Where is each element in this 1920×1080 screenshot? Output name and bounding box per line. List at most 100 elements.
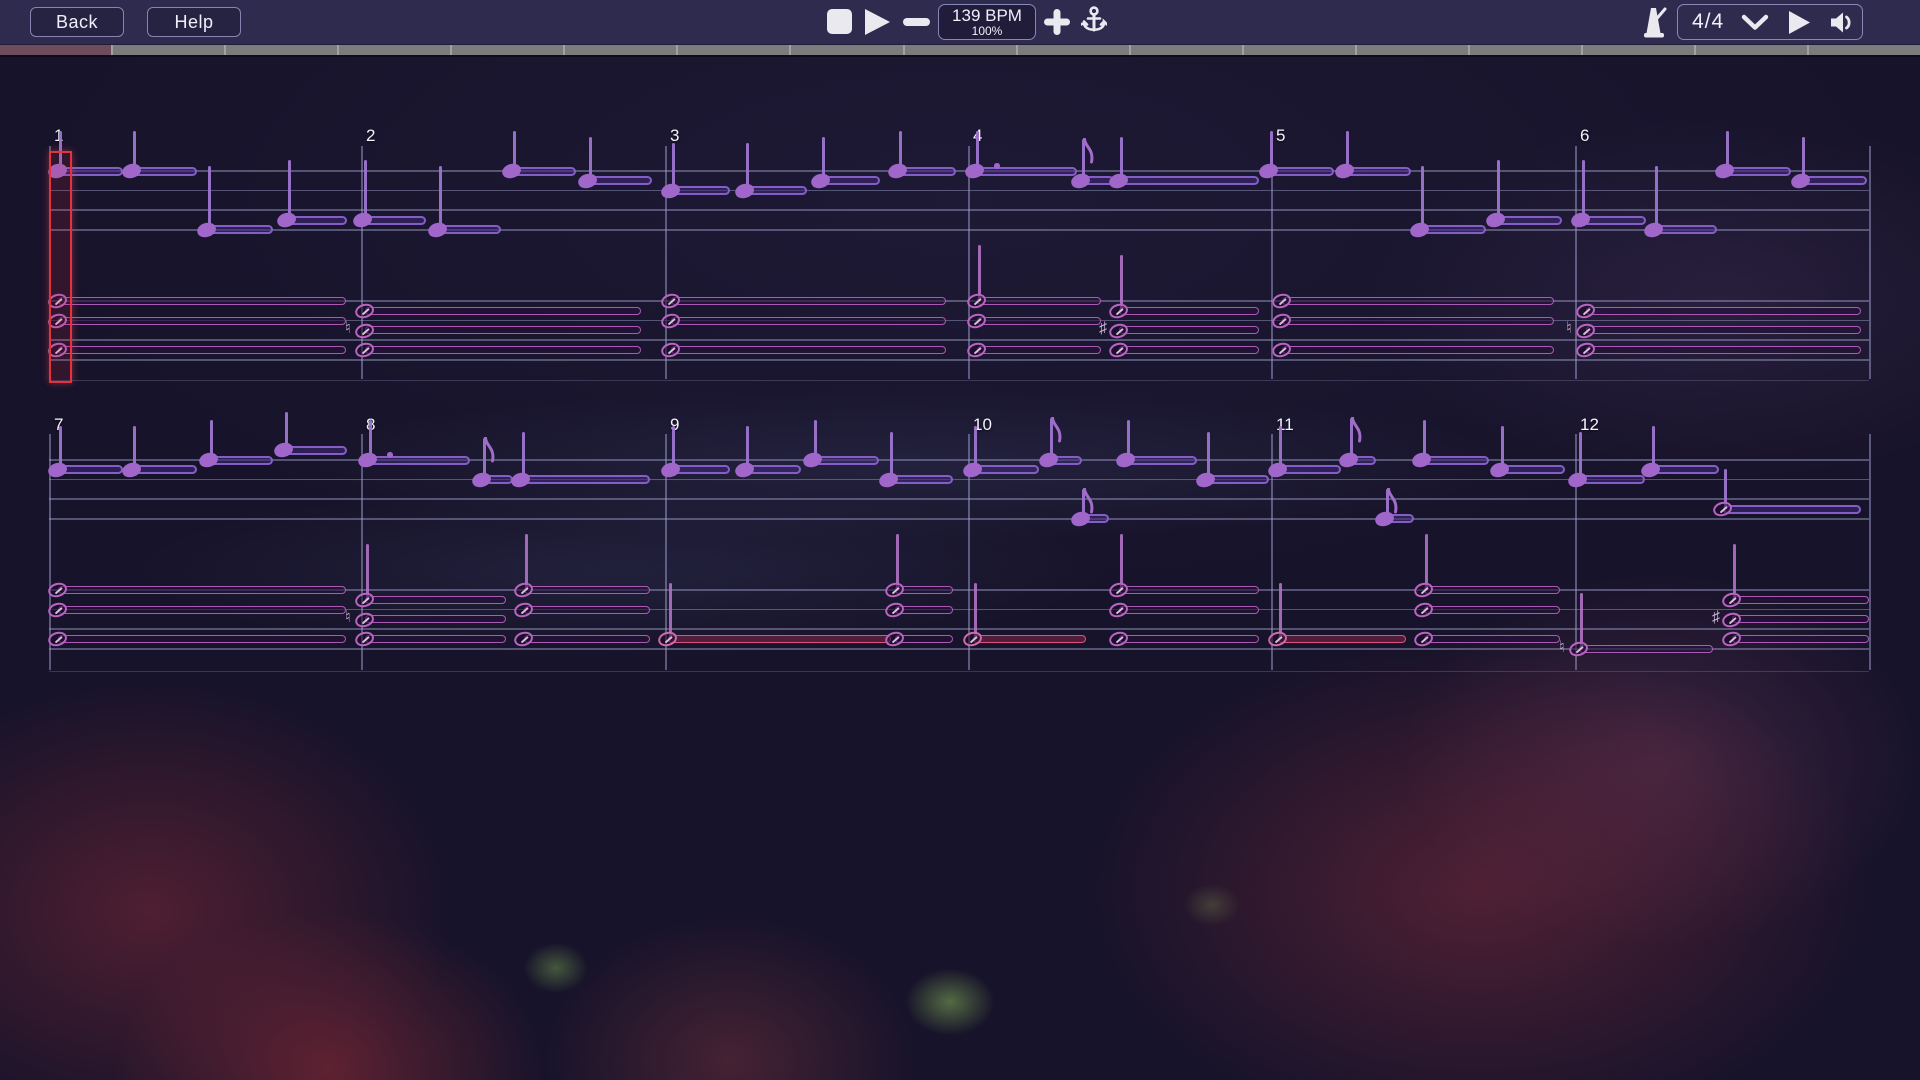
note-head[interactable] bbox=[1333, 162, 1355, 180]
note-head[interactable] bbox=[351, 211, 373, 229]
note-bar[interactable] bbox=[58, 606, 346, 614]
note-head[interactable] bbox=[1720, 610, 1742, 628]
note-head[interactable] bbox=[961, 461, 983, 479]
note-head[interactable] bbox=[659, 341, 681, 359]
note-head[interactable] bbox=[1569, 211, 1591, 229]
note-bar[interactable] bbox=[1282, 297, 1554, 305]
note-head[interactable] bbox=[426, 221, 448, 239]
selection-cursor[interactable] bbox=[49, 151, 72, 383]
note-head[interactable] bbox=[1107, 630, 1129, 648]
note-head[interactable] bbox=[877, 470, 899, 488]
note-head[interactable] bbox=[195, 221, 217, 239]
note-bar[interactable] bbox=[1725, 167, 1791, 176]
note-bar[interactable] bbox=[588, 176, 652, 185]
note-head[interactable] bbox=[1789, 172, 1811, 190]
note-bar[interactable] bbox=[58, 586, 346, 594]
note-bar[interactable] bbox=[1119, 586, 1259, 594]
note-head[interactable] bbox=[886, 162, 908, 180]
note-bar[interactable] bbox=[1500, 465, 1565, 474]
note-bar[interactable] bbox=[365, 615, 506, 623]
timeline-segment[interactable] bbox=[113, 44, 226, 55]
note-bar[interactable] bbox=[207, 225, 273, 234]
note-bar[interactable] bbox=[1119, 606, 1259, 614]
note-bar[interactable] bbox=[1586, 346, 1861, 354]
timeline-segment[interactable] bbox=[1809, 44, 1920, 55]
metronome-icon[interactable] bbox=[1637, 5, 1669, 39]
note-head[interactable] bbox=[883, 600, 905, 618]
note-head[interactable] bbox=[1270, 292, 1292, 310]
note-bar[interactable] bbox=[977, 297, 1101, 305]
tempo-decrease-button[interactable] bbox=[903, 18, 930, 26]
note-head[interactable] bbox=[1713, 162, 1735, 180]
note-head[interactable] bbox=[197, 451, 219, 469]
note-bar[interactable] bbox=[365, 346, 641, 354]
note-bar[interactable] bbox=[1269, 167, 1334, 176]
note-bar[interactable] bbox=[438, 225, 501, 234]
note-bar[interactable] bbox=[1732, 615, 1869, 623]
note-head[interactable] bbox=[1107, 600, 1129, 618]
note-bar[interactable] bbox=[58, 297, 346, 305]
timeline-segment[interactable] bbox=[1018, 44, 1131, 55]
note-head[interactable] bbox=[1107, 302, 1129, 320]
note-head[interactable] bbox=[656, 630, 678, 648]
note-bar[interactable] bbox=[671, 317, 946, 325]
timeline-segment[interactable] bbox=[678, 44, 791, 55]
timeline-strip[interactable] bbox=[0, 44, 1920, 57]
preview-play-button[interactable] bbox=[1786, 9, 1812, 36]
note-head[interactable] bbox=[659, 292, 681, 310]
note-bar[interactable] bbox=[1119, 635, 1259, 643]
note-bar[interactable] bbox=[1119, 307, 1259, 315]
note-head[interactable] bbox=[659, 461, 681, 479]
note-bar[interactable] bbox=[1654, 225, 1717, 234]
note-bar[interactable] bbox=[58, 317, 346, 325]
note-head[interactable] bbox=[1720, 630, 1742, 648]
note-head[interactable] bbox=[512, 630, 534, 648]
note-bar[interactable] bbox=[1345, 167, 1411, 176]
timeline-segment[interactable] bbox=[905, 44, 1018, 55]
note-head[interactable] bbox=[1270, 341, 1292, 359]
note-bar[interactable] bbox=[209, 456, 273, 465]
timeline-segment[interactable] bbox=[1357, 44, 1470, 55]
note-bar[interactable] bbox=[671, 346, 946, 354]
note-head[interactable] bbox=[1410, 451, 1432, 469]
note-bar[interactable] bbox=[512, 167, 576, 176]
note-bar[interactable] bbox=[1424, 635, 1560, 643]
note-head[interactable] bbox=[1373, 510, 1395, 528]
note-head[interactable] bbox=[353, 591, 375, 609]
note-head[interactable] bbox=[1408, 221, 1430, 239]
note-head[interactable] bbox=[353, 610, 375, 628]
score-canvas[interactable]: 123456♮♯♮789101112♮♮♯ bbox=[0, 0, 1920, 1080]
timeline-segment[interactable] bbox=[0, 44, 113, 55]
note-bar[interactable] bbox=[365, 635, 506, 643]
timeline-segment[interactable] bbox=[565, 44, 678, 55]
note-bar[interactable] bbox=[1801, 176, 1867, 185]
note-bar[interactable] bbox=[1586, 326, 1861, 334]
note-head[interactable] bbox=[1107, 581, 1129, 599]
note-bar[interactable] bbox=[1119, 176, 1259, 185]
note-bar[interactable] bbox=[975, 167, 1077, 176]
note-head[interactable] bbox=[1574, 302, 1596, 320]
note-bar[interactable] bbox=[1723, 505, 1861, 514]
note-head[interactable] bbox=[353, 321, 375, 339]
note-head[interactable] bbox=[353, 630, 375, 648]
note-head[interactable] bbox=[1412, 630, 1434, 648]
note-head[interactable] bbox=[1114, 451, 1136, 469]
note-head[interactable] bbox=[1484, 211, 1506, 229]
note-head[interactable] bbox=[576, 172, 598, 190]
note-bar[interactable] bbox=[1581, 216, 1646, 225]
note-bar[interactable] bbox=[365, 326, 641, 334]
note-bar[interactable] bbox=[1206, 475, 1269, 484]
note-bar[interactable] bbox=[745, 186, 807, 195]
note-head[interactable] bbox=[659, 311, 681, 329]
note-head[interactable] bbox=[883, 630, 905, 648]
note-bar[interactable] bbox=[1119, 346, 1259, 354]
note-bar[interactable] bbox=[524, 606, 650, 614]
time-signature[interactable]: 4/4 bbox=[1692, 10, 1724, 34]
note-head[interactable] bbox=[1257, 162, 1279, 180]
note-bar[interactable] bbox=[1578, 475, 1645, 484]
note-bar[interactable] bbox=[977, 346, 1101, 354]
note-bar[interactable] bbox=[1579, 645, 1713, 653]
note-bar[interactable] bbox=[1424, 606, 1560, 614]
note-bar[interactable] bbox=[1282, 346, 1554, 354]
note-head[interactable] bbox=[1412, 600, 1434, 618]
